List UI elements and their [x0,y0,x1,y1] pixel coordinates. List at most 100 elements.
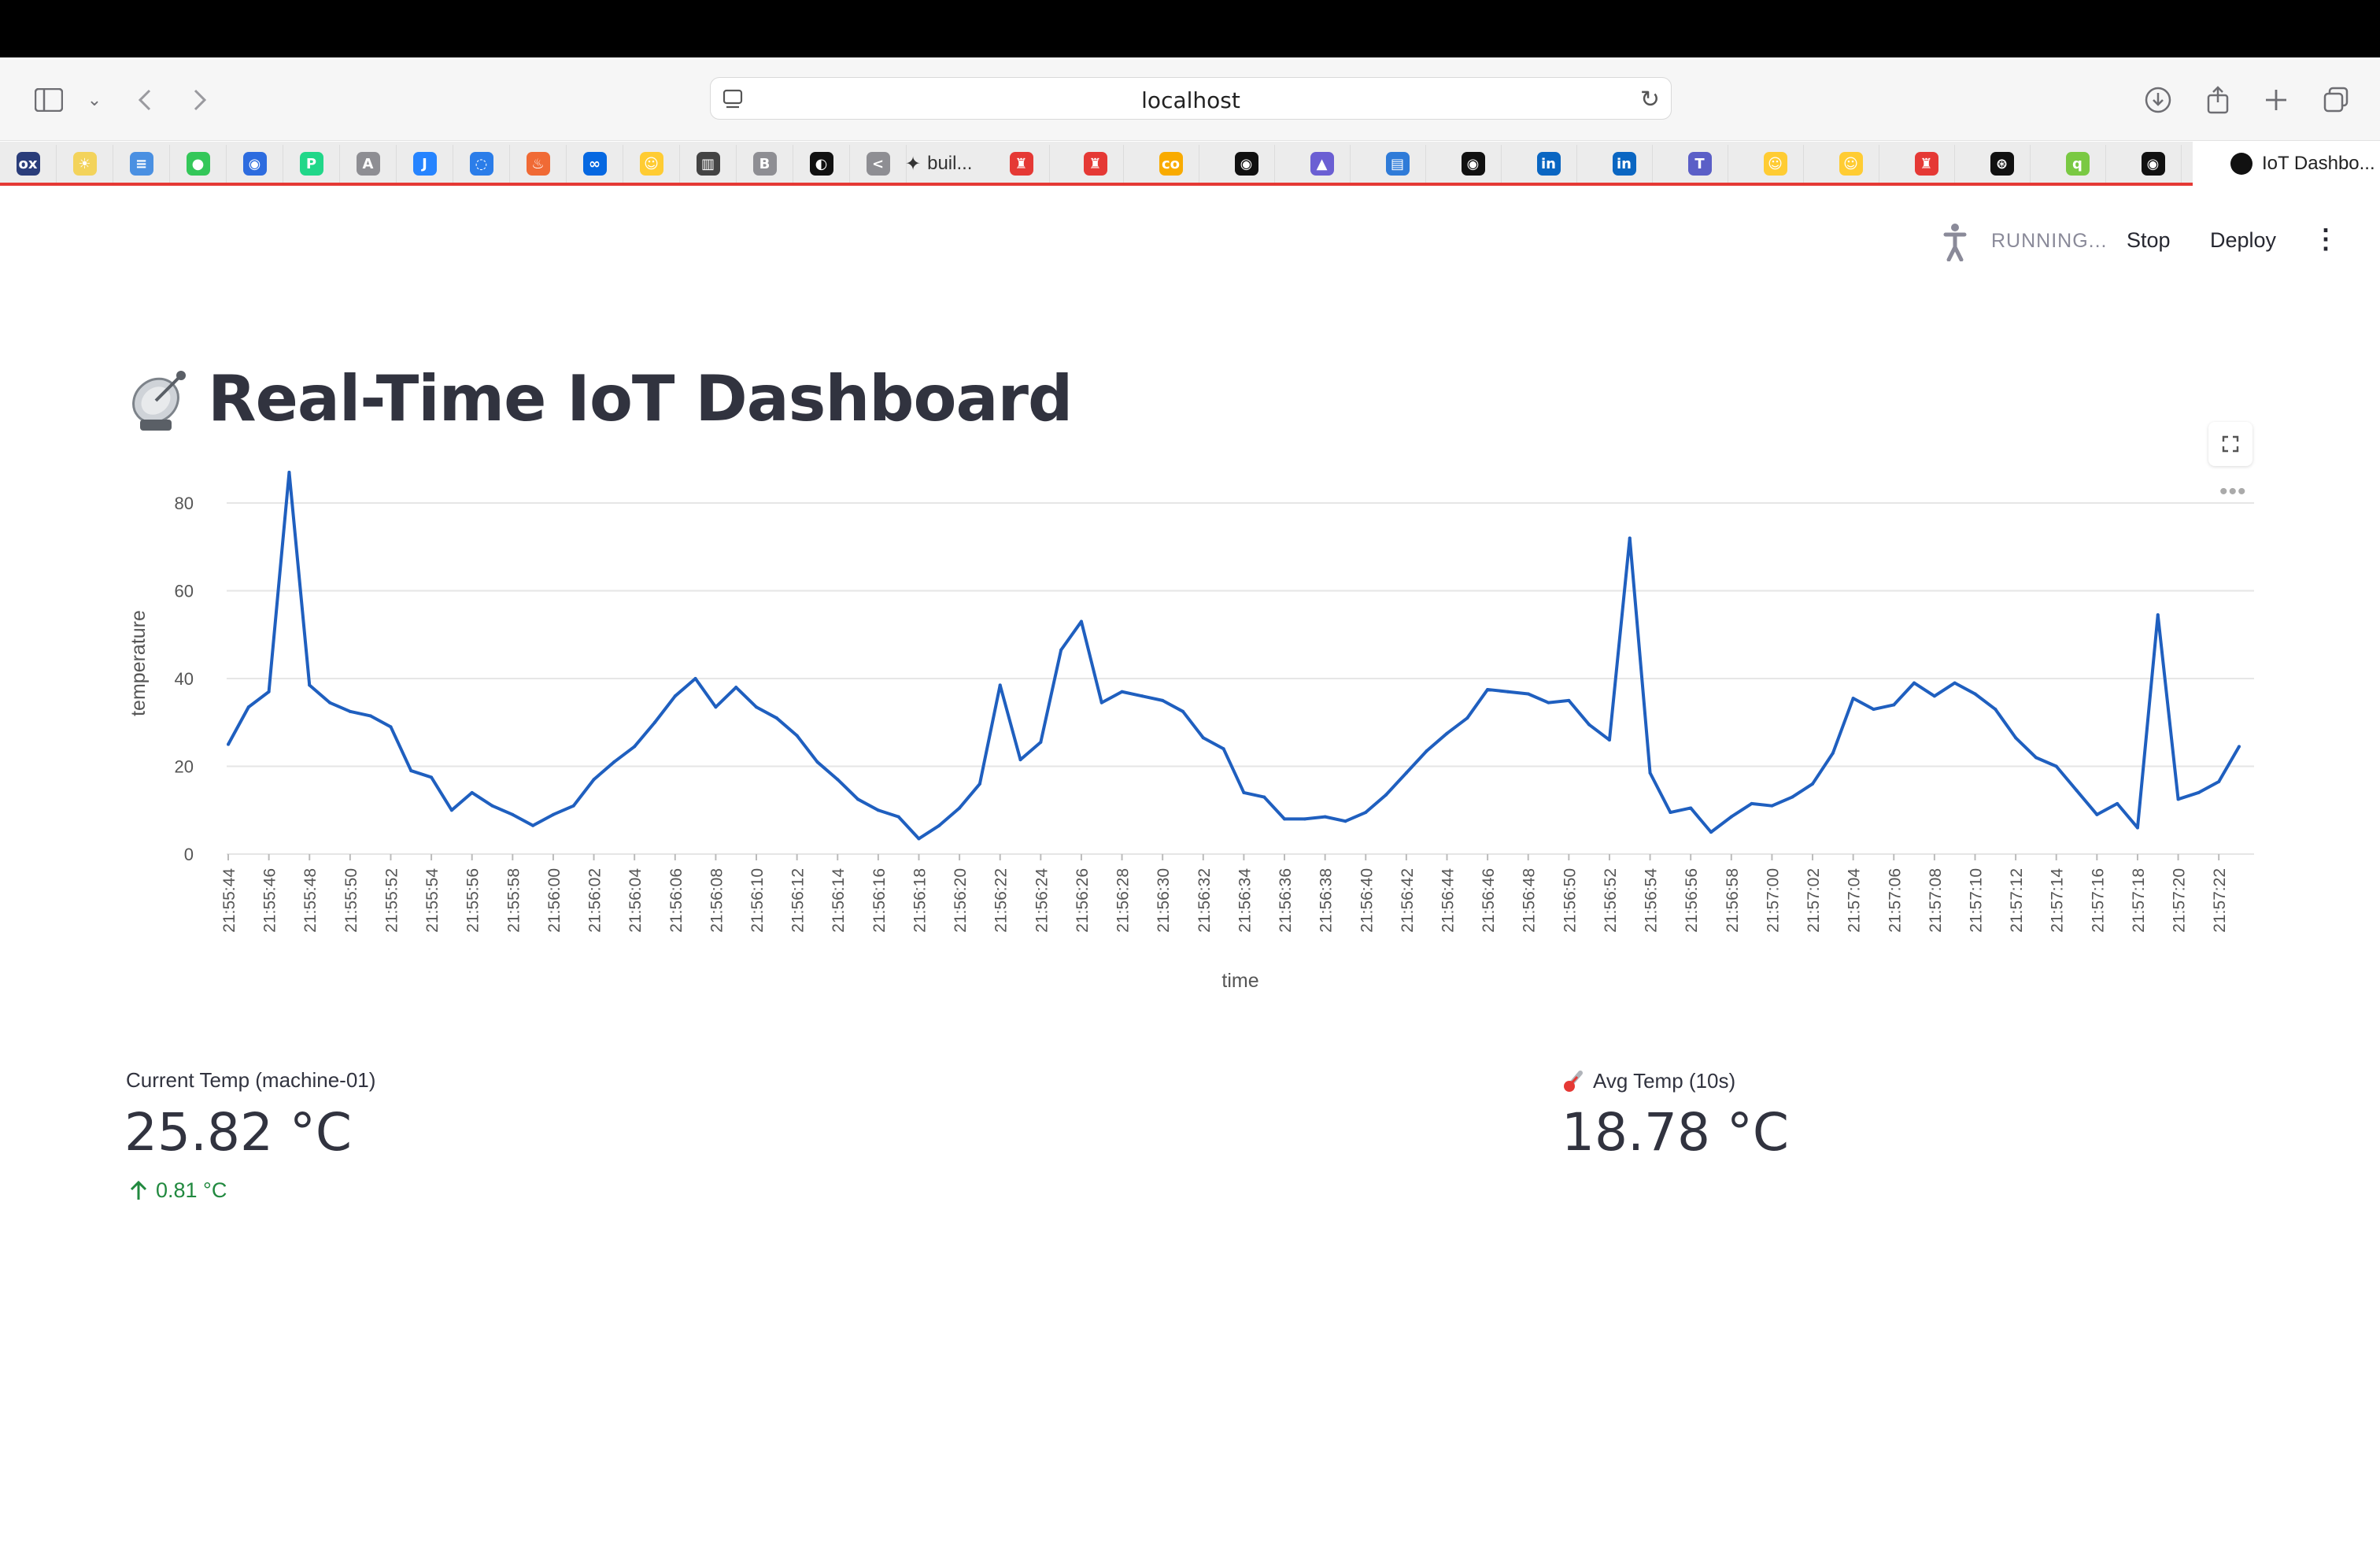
x-tick-label: 21:57:12 [2008,868,2026,933]
data-point [1526,692,1530,696]
bookmark-item[interactable]: P [283,145,340,183]
share-icon[interactable] [2201,83,2235,117]
data-point [1811,782,1815,786]
sidebar-toggle-icon[interactable] [31,83,66,117]
bookmark-item[interactable]: ☺ [1823,145,1879,183]
data-point [1669,811,1672,815]
x-tick-label: 21:57:18 [2130,868,2148,933]
satellite-dish-icon [132,370,186,431]
bookmark-item[interactable]: ∞ [567,145,623,183]
stop-button[interactable]: Stop [2127,228,2171,253]
x-tick-label: 21:56:52 [1602,868,1620,933]
data-point [693,677,697,681]
running-person-icon [1943,224,1967,261]
x-tick-label: 21:57:06 [1886,868,1904,933]
tab-overview-icon[interactable] [2319,83,2353,117]
temperature-line-chart[interactable]: 0 20 40 60 80 21:55:44 21:55:46 21:55:48 21:55:5… [118,425,2259,1008]
hugging-face-icon: ☺ [1763,152,1787,176]
data-point [1506,690,1510,693]
bookmark-item[interactable]: ♜ [1067,145,1124,183]
data-point [308,683,312,687]
active-tab[interactable]: IoT Dashbo... [2193,142,2380,186]
x-tick-label: 21:56:30 [1155,868,1173,933]
chevron-down-icon[interactable]: ⌄ [77,83,112,117]
back-icon[interactable] [128,83,162,117]
bookmark-item[interactable]: T [1672,145,1728,183]
bookmark-item[interactable]: ox [0,145,57,183]
data-point [1201,736,1205,740]
bookmark-item-text[interactable]: ✦ buil... [905,145,981,183]
downloads-icon[interactable] [2141,83,2175,117]
bookmark-item[interactable]: ♨ [510,145,567,183]
bookmark-item[interactable]: ≡ [113,145,170,183]
bookmark-item[interactable]: ◌ [453,145,510,183]
x-tick-label: 21:56:16 [870,868,889,933]
x-tick-label: 21:56:58 [1724,868,1742,933]
x-tick-label: 21:56:24 [1033,868,1051,933]
data-point [1973,692,1977,696]
bookmark-item[interactable]: in [1596,145,1653,183]
bookmark-item[interactable]: ● [170,145,227,183]
data-point [1892,703,1896,707]
x-tick-label: 21:57:14 [2049,868,2067,933]
b-icon: B [752,152,777,176]
data-point [1242,790,1246,794]
bookmark-item[interactable]: ◐ [793,145,850,183]
data-point [1648,771,1652,775]
system-menu-bar [0,0,2380,57]
bookmark-item[interactable]: ⊛ [1974,145,2031,183]
data-point [348,709,352,713]
x-tick-label: 21:57:02 [1805,868,1823,933]
thermometer-icon [1564,1071,1583,1092]
data-point [2116,801,2119,805]
bookmark-item[interactable]: ♜ [993,145,1050,183]
new-tab-icon[interactable] [2259,83,2293,117]
kebab-menu-icon[interactable]: ⋮ [2312,224,2339,255]
bookmark-item[interactable]: ☺ [1747,145,1804,183]
bookmark-item[interactable]: ▲ [1294,145,1351,183]
x-tick-label: 21:56:36 [1277,868,1295,933]
reload-icon[interactable]: ↻ [1640,86,1660,113]
bookmark-item[interactable]: co [1143,145,1199,183]
temperature-series-line [227,471,2241,841]
bookmark-item[interactable]: ☺ [623,145,680,183]
forward-icon[interactable] [183,83,217,117]
data-point [734,686,738,690]
bookmark-item[interactable]: J [397,145,453,183]
bookmark-item[interactable]: ♜ [1898,145,1955,183]
data-point [1547,701,1550,705]
ring-icon: ◌ [469,152,493,176]
metric-average-value: 18.78 °C [1561,1102,1790,1163]
x-tick-label: 21:56:56 [1683,868,1701,933]
address-bar[interactable]: localhost ↻ [710,77,1672,120]
bookmark-item[interactable]: ◉ [1445,145,1502,183]
deploy-button[interactable]: Deploy [2210,228,2276,253]
bookmark-item[interactable]: q [2049,145,2106,183]
data-point [1932,694,1936,698]
data-point [2075,789,2079,793]
bookmark-item[interactable]: ◉ [227,145,283,183]
data-point [917,837,921,841]
chart-more-icon[interactable]: ••• [2219,479,2247,505]
bookmark-item[interactable]: B [737,145,793,183]
data-point [1709,830,1713,834]
data-point [1851,697,1855,701]
bookmark-item[interactable]: ◉ [1218,145,1275,183]
data-point [1587,723,1591,727]
openai-icon: ⊛ [1990,152,2014,176]
book-icon: ▥ [696,152,720,176]
metric-average-label: Avg Temp (10s) [1561,1068,1735,1093]
data-point [958,806,962,810]
x-tick-label: 21:56:38 [1318,868,1336,933]
github-icon: ◉ [2141,152,2165,176]
bookmark-item[interactable]: ☀ [57,145,113,183]
bookmark-item[interactable]: A [340,145,397,183]
bookmark-item[interactable]: ◉ [2125,145,2182,183]
metric-current-value: 25.82 °C [124,1102,353,1163]
bookmark-item[interactable]: < [850,145,907,183]
bookmark-item[interactable]: in [1521,145,1577,183]
fullscreen-icon[interactable] [2208,422,2252,466]
bookmark-item[interactable]: ▥ [680,145,737,183]
x-tick-label: 21:56:32 [1196,868,1214,933]
bookmark-item[interactable]: ▤ [1369,145,1426,183]
